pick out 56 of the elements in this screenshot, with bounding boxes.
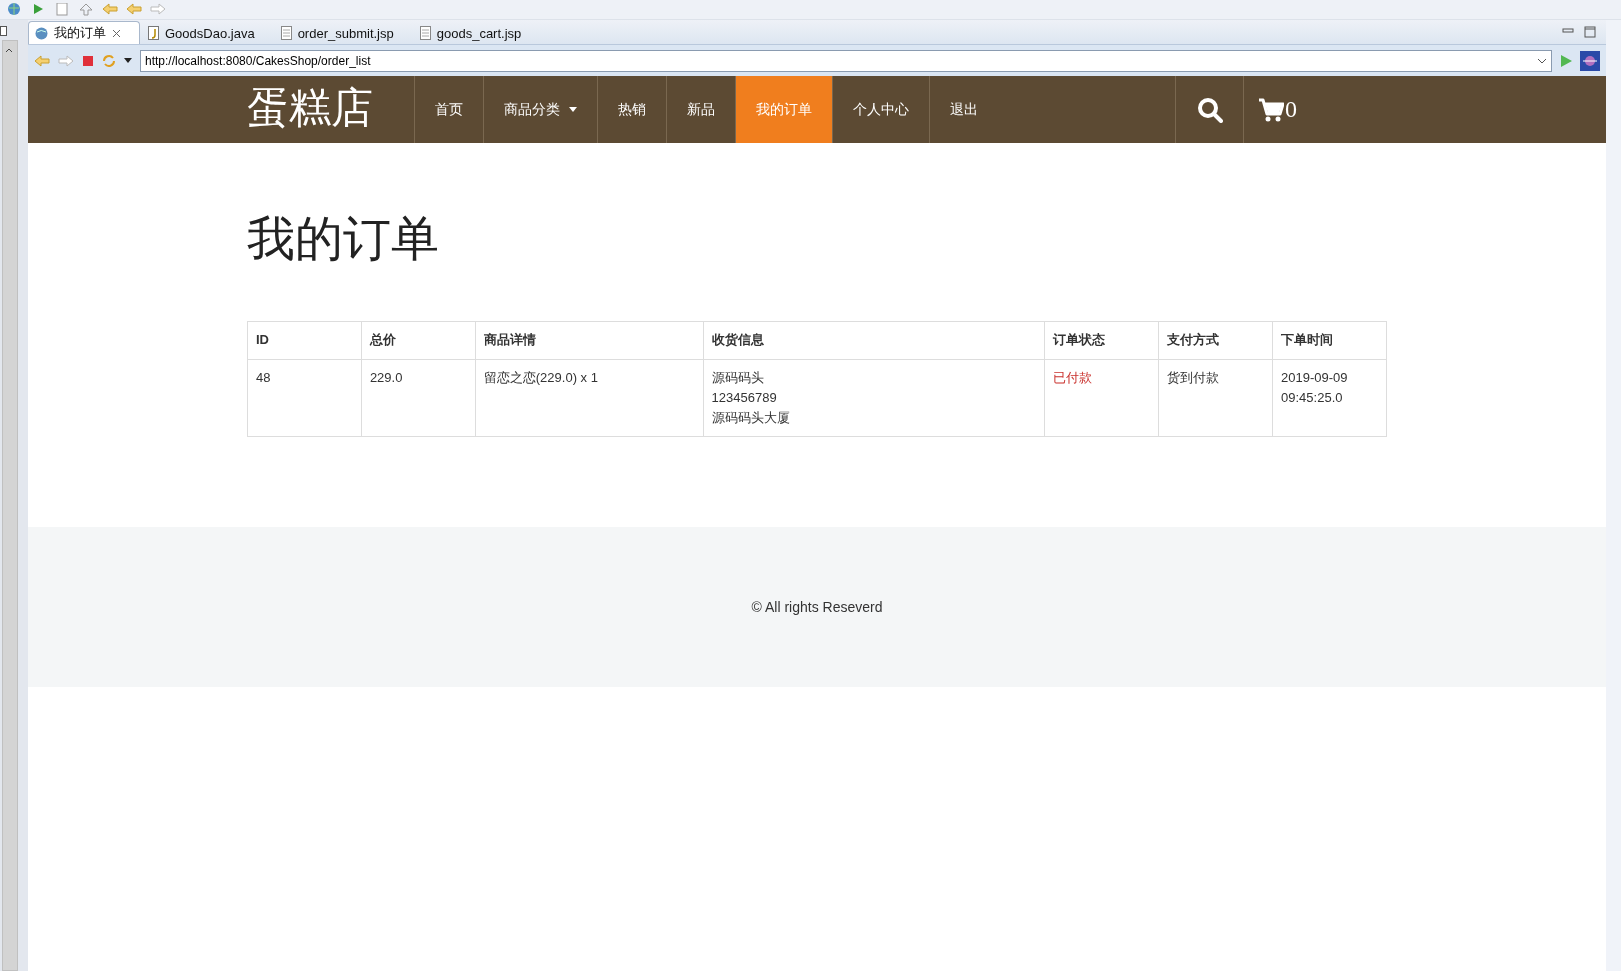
table-cell: 货到付款 bbox=[1158, 359, 1273, 437]
site-logo[interactable]: 蛋糕店 bbox=[247, 76, 414, 143]
editor-tab[interactable]: GoodsDao.java bbox=[140, 21, 274, 44]
refresh-icon[interactable] bbox=[102, 53, 116, 68]
dropdown-caret-icon[interactable] bbox=[124, 58, 132, 63]
forward-arrow-icon[interactable] bbox=[150, 2, 166, 17]
editor-tab[interactable]: order_submit.jsp bbox=[273, 21, 413, 44]
column-header: 商品详情 bbox=[475, 321, 704, 360]
nav-link[interactable]: 退出 bbox=[929, 76, 998, 143]
column-header: 收货信息 bbox=[703, 321, 1045, 360]
file-icon bbox=[280, 26, 292, 40]
globe-icon bbox=[35, 26, 48, 40]
globe-icon[interactable] bbox=[6, 2, 22, 17]
java-file-icon bbox=[147, 26, 159, 40]
cart-icon bbox=[1258, 97, 1284, 123]
page-title: 我的订单 bbox=[247, 211, 440, 267]
url-field[interactable]: http://localhost:8080/CakesShop/order_list bbox=[140, 49, 1552, 72]
nav-link[interactable]: 商品分类 bbox=[483, 76, 597, 143]
scrollbar[interactable] bbox=[2, 40, 18, 971]
table-cell: 留恋之恋(229.0) x 1 bbox=[475, 359, 704, 437]
column-header: ID bbox=[247, 321, 362, 360]
back-arrow-icon[interactable] bbox=[126, 2, 142, 17]
column-header: 订单状态 bbox=[1044, 321, 1159, 360]
back-arrow-icon[interactable] bbox=[102, 2, 118, 17]
dropdown-caret-icon[interactable] bbox=[1537, 57, 1547, 64]
table-cell-line: 源码码头 bbox=[711, 369, 764, 387]
table-cell-line: 123456789 bbox=[711, 389, 777, 407]
order-status: 已付款 bbox=[1044, 359, 1159, 437]
maximize-icon[interactable] bbox=[1584, 26, 1596, 38]
back-arrow-icon[interactable] bbox=[34, 54, 50, 67]
globe-icon[interactable] bbox=[1580, 50, 1600, 71]
table-cell: 2019-09-09 09:45:25.0 bbox=[1272, 359, 1387, 437]
copyright-text: © All rights Reseverd bbox=[751, 599, 883, 615]
search-icon[interactable] bbox=[1196, 96, 1223, 123]
up-arrow-icon[interactable] bbox=[78, 2, 94, 17]
editor-tab[interactable]: 我的订单 bbox=[28, 21, 140, 44]
page-icon[interactable] bbox=[54, 2, 70, 17]
forward-arrow-icon[interactable] bbox=[58, 54, 74, 67]
table-cell: 229.0 bbox=[361, 359, 476, 437]
minimize-icon[interactable] bbox=[1562, 26, 1574, 34]
go-play-icon[interactable] bbox=[1560, 54, 1572, 67]
nav-link[interactable]: 热销 bbox=[597, 76, 666, 143]
file-icon bbox=[419, 26, 431, 40]
minimize-icon[interactable] bbox=[0, 26, 8, 36]
nav-link[interactable]: 个人中心 bbox=[832, 76, 929, 143]
column-header: 下单时间 bbox=[1272, 321, 1387, 360]
caret-down-icon bbox=[569, 107, 577, 112]
column-header: 支付方式 bbox=[1158, 321, 1273, 360]
close-icon[interactable] bbox=[112, 28, 121, 38]
nav-link[interactable]: 首页 bbox=[414, 76, 483, 143]
cart-button[interactable]: 0 bbox=[1258, 96, 1297, 123]
column-header: 总价 bbox=[361, 321, 476, 360]
table-cell-line: 源码码头大厦 bbox=[711, 409, 790, 427]
stop-icon[interactable] bbox=[82, 54, 94, 67]
table-cell: 48 bbox=[247, 359, 362, 437]
editor-tab[interactable]: goods_cart.jsp bbox=[412, 21, 541, 44]
